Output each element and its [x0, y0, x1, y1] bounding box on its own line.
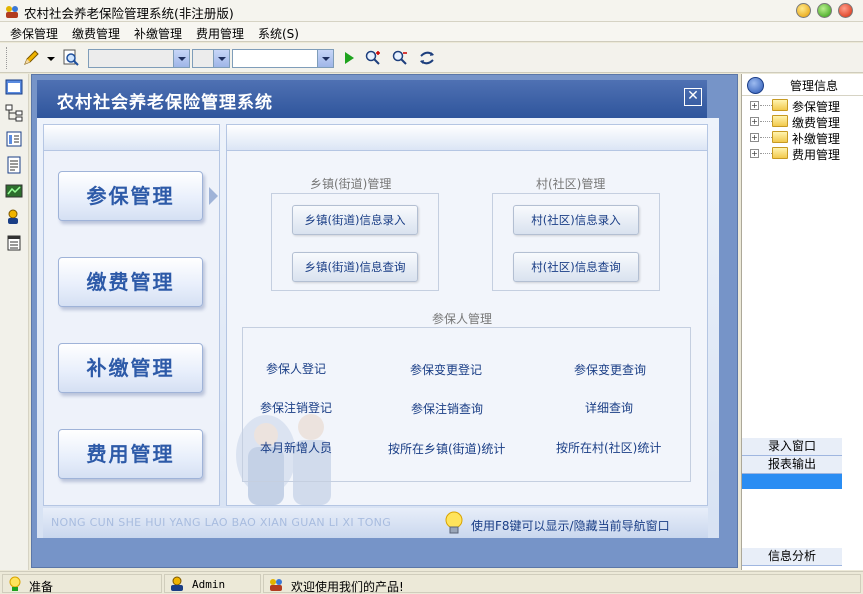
nav-button-insured[interactable]: 参保管理	[58, 171, 203, 221]
status-message: 欢迎使用我们的产品!	[291, 580, 404, 594]
window-title: 农村社会养老保险管理系统(非注册版)	[24, 6, 234, 21]
document-icon[interactable]	[5, 156, 23, 174]
detail-query-link[interactable]: 详细查询	[585, 399, 633, 416]
footer-pinyin: NONG CUN SHE HUI YANG LAO BAO XIAN GUAN …	[51, 516, 392, 529]
lightbulb-icon	[9, 576, 21, 591]
value-select[interactable]	[232, 49, 334, 68]
tree-item-supplement[interactable]: + 补缴管理	[748, 129, 858, 146]
stats-by-village-link[interactable]: 按所在村(社区)统计	[556, 439, 661, 456]
left-icon-bar	[0, 74, 29, 570]
status-ready-cell: 准备	[2, 574, 162, 594]
pencil-icon[interactable]	[22, 49, 40, 67]
app-window: 农村社会养老保险管理系统(非注册版) 参保管理 缴费管理 补缴管理 费用管理 系…	[0, 0, 863, 594]
status-message-cell: 欢迎使用我们的产品!	[263, 574, 861, 594]
right-panel-header: 管理信息	[742, 74, 863, 96]
run-icon[interactable]	[340, 49, 358, 67]
status-bar: 准备 Admin 欢迎使用我们的产品!	[0, 571, 863, 594]
nav-button-payment[interactable]: 缴费管理	[58, 257, 203, 307]
nav-button-expense[interactable]: 费用管理	[58, 429, 203, 479]
back-icon[interactable]	[747, 77, 764, 94]
chevron-down-icon[interactable]	[45, 49, 57, 67]
user-settings-icon[interactable]	[5, 208, 23, 226]
town-info-entry-button[interactable]: 乡镇(街道)信息录入	[292, 205, 418, 235]
lightbulb-icon	[445, 511, 463, 534]
search-icon[interactable]	[62, 49, 80, 67]
menu-insured[interactable]: 参保管理	[10, 25, 58, 42]
tree-item-payment[interactable]: + 缴费管理	[748, 113, 858, 130]
main-title: 农村社会养老保险管理系统	[57, 93, 273, 113]
change-register-link[interactable]: 参保变更登记	[410, 361, 482, 378]
tree-item-insured[interactable]: + 参保管理	[748, 97, 858, 114]
folder-icon	[772, 115, 788, 127]
status-user: Admin	[192, 578, 226, 591]
menu-payment[interactable]: 缴费管理	[72, 25, 120, 42]
close-button[interactable]	[838, 3, 853, 18]
maximize-button[interactable]	[817, 3, 832, 18]
entry-window-button[interactable]: 录入窗口	[742, 438, 842, 456]
village-group-label: 村(社区)管理	[536, 177, 606, 191]
right-panel-title: 管理信息	[790, 79, 839, 93]
menu-supplement[interactable]: 补缴管理	[134, 25, 182, 42]
menu-system[interactable]: 系统(S)	[258, 25, 299, 42]
folder-icon	[772, 131, 788, 143]
expand-icon[interactable]: +	[750, 117, 759, 126]
status-ready: 准备	[29, 580, 54, 594]
selection-highlight	[742, 474, 842, 489]
app-logo-icon	[6, 6, 18, 18]
user-icon	[171, 576, 183, 591]
expand-icon[interactable]: +	[750, 149, 759, 158]
footer-hint: 使用F8键可以显示/隐藏当前导航窗口	[471, 519, 670, 533]
status-user-cell: Admin	[164, 574, 261, 593]
menu-bar: 参保管理 缴费管理 补缴管理 费用管理 系统(S)	[0, 22, 863, 42]
village-info-entry-button[interactable]: 村(社区)信息录入	[513, 205, 639, 235]
hierarchy-icon[interactable]	[5, 104, 23, 122]
change-query-link[interactable]: 参保变更查询	[574, 361, 646, 378]
nav-button-supplement[interactable]: 补缴管理	[58, 343, 203, 393]
chart-icon[interactable]	[5, 182, 23, 200]
toolbar	[0, 43, 863, 73]
town-info-query-button[interactable]: 乡镇(街道)信息查询	[292, 252, 418, 282]
main-header: 农村社会养老保险管理系统	[37, 80, 707, 118]
expand-icon[interactable]: +	[750, 133, 759, 142]
selected-arrow-icon	[209, 187, 218, 205]
insured-group-label: 参保人管理	[432, 312, 493, 326]
village-info-query-button[interactable]: 村(社区)信息查询	[513, 252, 639, 282]
field-select[interactable]	[88, 49, 190, 68]
toolbar-grip[interactable]	[6, 47, 9, 69]
operator-select[interactable]	[192, 49, 230, 68]
title-bar: 农村社会养老保险管理系统(非注册版)	[0, 0, 863, 22]
stats-by-town-link[interactable]: 按所在乡镇(街道)统计	[388, 440, 505, 457]
minimize-button[interactable]	[796, 3, 811, 18]
expand-icon[interactable]: +	[750, 101, 759, 110]
cancel-query-link[interactable]: 参保注销查询	[411, 400, 483, 417]
folder-open-icon	[772, 99, 788, 111]
menu-expense[interactable]: 费用管理	[196, 25, 244, 42]
main-close-icon[interactable]: ✕	[684, 88, 702, 106]
insured-register-link[interactable]: 参保人登记	[266, 360, 326, 377]
new-this-month-link[interactable]: 本月新增人员	[260, 439, 332, 456]
folder-icon	[772, 147, 788, 159]
report-output-button[interactable]: 报表输出	[742, 456, 842, 474]
info-analysis-button[interactable]: 信息分析	[742, 548, 842, 566]
form-icon[interactable]	[5, 130, 23, 148]
town-group-label: 乡镇(街道)管理	[310, 177, 392, 191]
app-logo-icon	[270, 579, 282, 591]
find-user-icon[interactable]	[364, 49, 382, 67]
tree-item-expense[interactable]: + 费用管理	[748, 145, 858, 162]
right-panel: 管理信息 + 参保管理 + 缴费管理 + 补缴管理 + 费用管理 录入窗口 报表…	[741, 74, 863, 570]
refresh-icon[interactable]	[418, 49, 436, 67]
main-footer: NONG CUN SHE HUI YANG LAO BAO XIAN GUAN …	[43, 508, 708, 538]
cancel-register-link[interactable]: 参保注销登记	[260, 399, 332, 416]
find-remove-icon[interactable]	[391, 49, 409, 67]
window-icon[interactable]	[5, 78, 23, 96]
list-icon[interactable]	[5, 234, 23, 252]
